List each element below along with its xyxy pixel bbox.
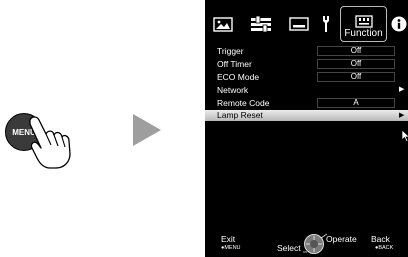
menu-item-label: Trigger bbox=[217, 46, 244, 56]
illustration-panel: MENU bbox=[0, 0, 205, 257]
menu-item-off-timer[interactable]: Off Timer Off bbox=[205, 58, 408, 70]
footer-select-label: Select bbox=[277, 243, 301, 253]
menu-item-eco-mode[interactable]: ECO Mode Off bbox=[205, 71, 408, 83]
tab-function[interactable]: Function bbox=[340, 6, 387, 42]
menu-tabs: Function bbox=[205, 0, 408, 44]
footer-exit-label: Exit bbox=[221, 234, 236, 244]
footer-back-label: Back bbox=[371, 234, 390, 244]
function-icon bbox=[354, 15, 373, 28]
menu-item-label: Off Timer bbox=[217, 59, 252, 69]
menu-item-remote-code[interactable]: Remote Code A bbox=[205, 97, 408, 109]
footer-operate-label: Operate bbox=[326, 234, 357, 244]
chevron-right-icon: ▶ bbox=[399, 86, 405, 93]
menu-item-label: ECO Mode bbox=[217, 72, 260, 82]
footer-exit-key: ●MENU bbox=[221, 245, 241, 251]
footer-back-key: ●BACK bbox=[375, 245, 394, 251]
menu-item-value: Off bbox=[317, 72, 395, 82]
footer-guide: Exit ●MENU Select Operate Back ●BACK bbox=[205, 230, 408, 257]
menu-item-list: Trigger Off Off Timer Off ECO Mode Off N… bbox=[205, 45, 408, 122]
menu-item-lamp-reset[interactable]: Lamp Reset ▶ bbox=[205, 110, 408, 121]
arrow-right-icon bbox=[133, 114, 161, 146]
joystick-icon bbox=[303, 233, 327, 254]
info-icon[interactable] bbox=[389, 12, 408, 36]
chevron-right-icon: ▶ bbox=[399, 112, 405, 119]
menu-item-trigger[interactable]: Trigger Off bbox=[205, 45, 408, 57]
menu-item-value: Off bbox=[317, 59, 395, 69]
osd-menu: Function Trigger Off Off Timer Off ECO M… bbox=[205, 0, 408, 257]
menu-item-label: Remote Code bbox=[217, 98, 270, 108]
menu-item-label: Lamp Reset bbox=[217, 110, 263, 120]
installation-icon[interactable] bbox=[319, 12, 333, 36]
menu-item-value: A bbox=[317, 98, 395, 108]
display-icon[interactable] bbox=[287, 12, 311, 36]
picture-icon[interactable] bbox=[211, 12, 235, 36]
menu-item-network[interactable]: Network ▶ bbox=[205, 84, 408, 96]
hand-pointer-icon bbox=[29, 116, 71, 169]
mouse-cursor-icon bbox=[402, 130, 408, 142]
adjust-icon[interactable] bbox=[249, 12, 273, 36]
menu-item-label: Network bbox=[217, 85, 249, 95]
tab-function-label: Function bbox=[344, 28, 383, 39]
menu-item-value: Off bbox=[317, 46, 395, 56]
